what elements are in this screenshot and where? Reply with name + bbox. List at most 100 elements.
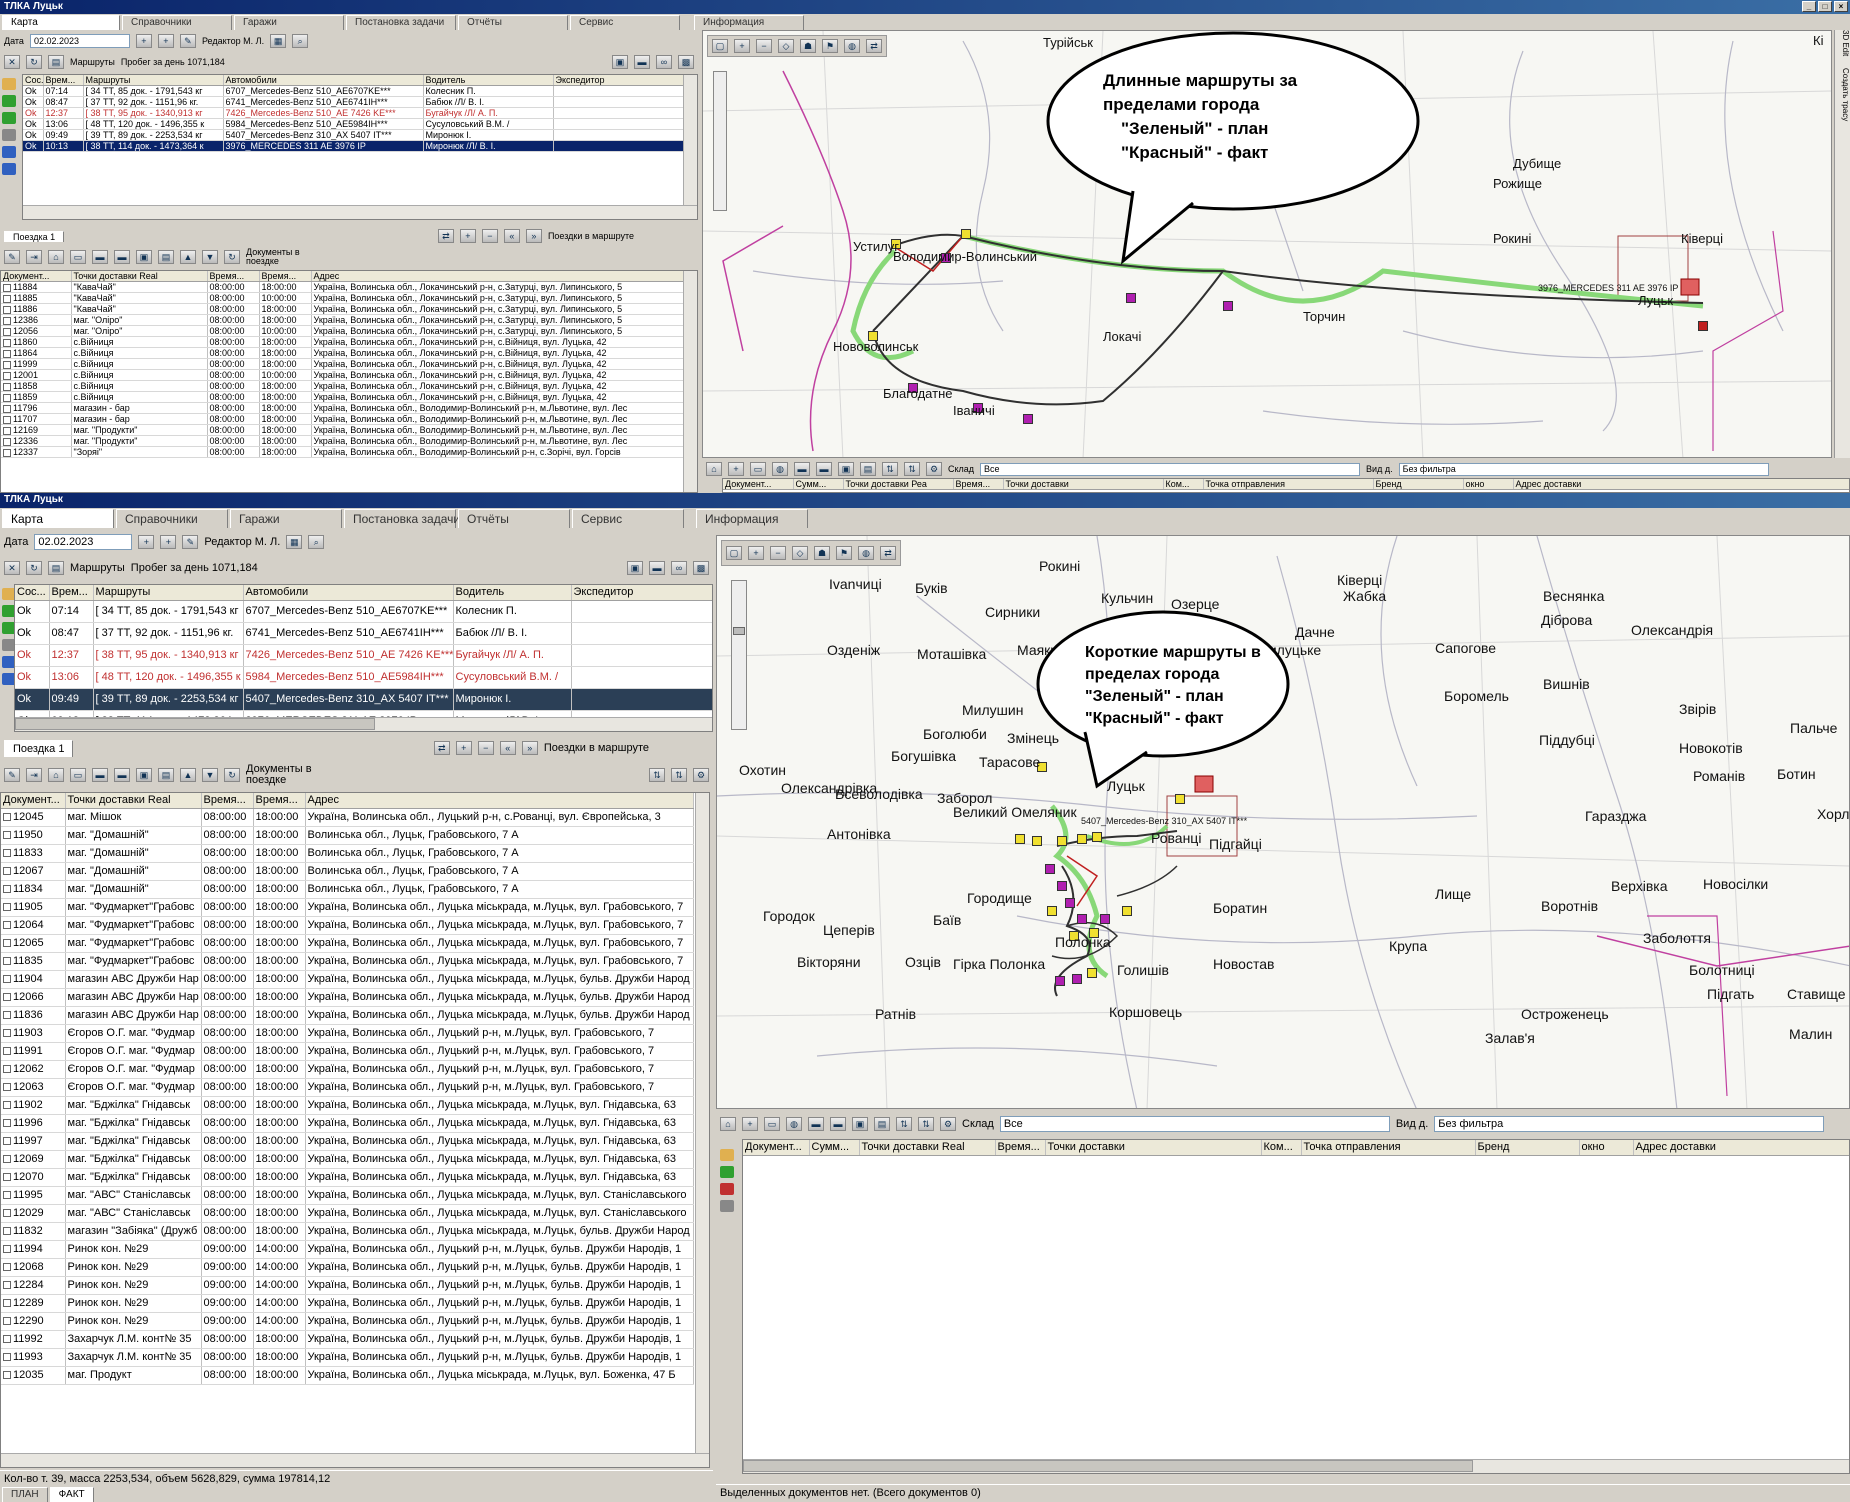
map-point[interactable] [1223, 301, 1233, 311]
column-header[interactable]: Экспедитор [553, 75, 684, 86]
zoom-in-icon[interactable]: + [734, 39, 750, 53]
tab-map[interactable]: Карта [2, 15, 120, 30]
person-icon[interactable]: ☗ [800, 39, 816, 53]
map-point[interactable] [1100, 914, 1110, 924]
grid-icon[interactable]: ▦ [270, 34, 287, 48]
column-header[interactable]: Точки доставки Real [71, 271, 208, 282]
gift-icon[interactable]: ▩ [693, 561, 709, 575]
column-header[interactable]: Время... [995, 1140, 1046, 1156]
column-header[interactable]: Ком... [1163, 479, 1204, 490]
export-icon[interactable]: ▤ [158, 768, 174, 782]
settings-icon[interactable]: ⚙ [926, 462, 942, 476]
map-point[interactable] [1065, 898, 1075, 908]
view-select[interactable]: Без фильтра [1398, 462, 1769, 476]
row-checkbox[interactable] [3, 885, 11, 894]
column-header[interactable]: Сос... [15, 585, 50, 601]
route-icon[interactable]: ⇄ [437, 229, 454, 243]
delivery-point-row[interactable]: 11997 маг. "Бджілка" Гнідавськ 08:00:00 18:… [1, 1132, 694, 1151]
row-checkbox[interactable] [3, 1065, 11, 1074]
tab-references[interactable]: Справочники [122, 15, 232, 30]
delivery-point-row[interactable]: 11835 маг. "Фудмаркет"Грабовс 08:00:00 18:0… [1, 952, 694, 971]
zoom-out-icon[interactable]: − [770, 546, 786, 560]
truck-icon[interactable]: ▬ [794, 462, 810, 476]
row-checkbox[interactable] [3, 393, 11, 402]
delivery-point-row[interactable]: 11884 "КаваЧай" 08:00:00 18:00:00 Україна, В… [1, 281, 686, 293]
add-doc-icon[interactable]: + [742, 1117, 758, 1131]
delivery-point-row[interactable]: 12029 маг. "АВС" Станіславськ 08:00:00 18:0… [1, 1204, 694, 1223]
delivery-point-row[interactable]: 12069 маг. "Бджілка" Гнідавськ 08:00:00 18:… [1, 1150, 694, 1169]
prev-icon[interactable]: « [499, 741, 516, 755]
person-icon[interactable]: ☗ [814, 546, 830, 560]
truck-icon[interactable]: ▬ [816, 462, 832, 476]
row-checkbox[interactable] [3, 1263, 11, 1272]
pencil-icon[interactable] [720, 1149, 734, 1161]
column-header[interactable]: Время... [201, 793, 254, 809]
row-checkbox[interactable] [3, 382, 11, 391]
add-trip-icon[interactable]: + [160, 535, 177, 549]
row-checkbox[interactable] [3, 1119, 11, 1128]
route-row[interactable]: Ok 13:06[ 48 ТТ, 120 док. - 1496,355 к 598… [23, 118, 684, 130]
editor-icon[interactable]: ✎ [182, 535, 199, 549]
side-tab[interactable]: Создать трасу [1841, 68, 1850, 121]
remove-route-point-icon[interactable]: − [477, 741, 494, 755]
delete-icon[interactable]: ✕ [4, 561, 20, 575]
row-checkbox[interactable] [3, 283, 11, 292]
delivery-point-row[interactable]: 11886 "КаваЧай" 08:00:00 18:00:00 Україна, В… [1, 303, 686, 315]
delivery-point-row[interactable]: 11904 магазин АВС Дружби Нар 08:00:00 18:00… [1, 970, 694, 989]
print-icon[interactable]: ▤ [48, 55, 64, 69]
trips-in-route-label[interactable]: Поездки в маршруте [544, 742, 649, 754]
add-doc-icon[interactable]: + [728, 462, 744, 476]
route-row[interactable]: Ok 08:47[ 37 ТТ, 92 док. - 1151,96 кг. 674… [15, 622, 712, 645]
cube-icon[interactable] [2, 95, 16, 107]
column-header[interactable]: Экспедитор [571, 585, 712, 601]
search-icon[interactable] [720, 1200, 734, 1212]
column-header[interactable]: Адрес доставки [1513, 479, 1849, 490]
gift-icon[interactable]: ▩ [678, 55, 694, 69]
save-icon[interactable]: ▣ [852, 1117, 868, 1131]
row-checkbox[interactable] [3, 1011, 11, 1020]
row-checkbox[interactable] [3, 903, 11, 912]
map-point[interactable] [1077, 914, 1087, 924]
map-point[interactable] [1126, 293, 1136, 303]
column-header[interactable]: Ком... [1261, 1140, 1302, 1156]
date-input[interactable]: 02.02.2023 [34, 534, 133, 550]
tab-info[interactable]: Информация [696, 509, 808, 528]
delivery-point-row[interactable]: 11992 Захарчук Л.М. конт№ 35 08:00:00 18:00… [1, 1330, 694, 1349]
delivery-point-row[interactable]: 11903 Єгоров О.Г. маг. "Фудмар 08:00:00 18:… [1, 1024, 694, 1043]
column-header[interactable]: Точка отправления [1301, 1140, 1476, 1156]
add-route-point-icon[interactable]: + [459, 229, 476, 243]
route-row[interactable]: Ok 09:49[ 39 ТТ, 89 док. - 2253,534 кг 540… [23, 129, 684, 141]
delivery-point-row[interactable]: 11991 Єгоров О.Г. маг. "Фудмар 08:00:00 18:… [1, 1042, 694, 1061]
column-header[interactable]: Адрес [305, 793, 694, 809]
truck-icon[interactable]: ▬ [830, 1117, 846, 1131]
column-header[interactable]: Документ... [743, 1140, 810, 1156]
eraser-icon[interactable]: ◇ [792, 546, 808, 560]
truck-icon[interactable]: ▬ [634, 55, 650, 69]
route-row[interactable]: Ok 10:13[ 38 ТТ, 114 док. - 1473,364 к 397… [23, 140, 684, 152]
down-icon[interactable]: ▼ [202, 768, 218, 782]
up-icon[interactable]: ▲ [180, 768, 196, 782]
map-icon[interactable]: ◍ [786, 1117, 802, 1131]
route-row[interactable]: Ok 07:14[ 34 ТТ, 85 док. - 1791,543 кг 670… [15, 600, 712, 623]
next-icon[interactable]: » [521, 741, 538, 755]
delivery-point-row[interactable]: 12289 Ринок кон. №29 09:00:00 14:00:00 Украї… [1, 1294, 694, 1313]
export-icon[interactable]: ▤ [874, 1117, 890, 1131]
delivery-point-row[interactable]: 11859 с.Війниця 08:00:00 18:00:00 Україна, В… [1, 391, 686, 403]
map-point[interactable] [1015, 834, 1025, 844]
points-hscroll[interactable] [1, 1453, 709, 1467]
import-icon[interactable]: ⇥ [26, 250, 42, 264]
row-checkbox[interactable] [3, 1227, 11, 1236]
search-icon[interactable] [2, 129, 16, 141]
filter-icon[interactable]: ⇅ [671, 768, 687, 782]
row-checkbox[interactable] [3, 360, 11, 369]
row-checkbox[interactable] [3, 831, 11, 840]
route-row[interactable]: Ok 08:47[ 37 ТТ, 92 док. - 1151,96 кг. 674… [23, 96, 684, 108]
copy-icon[interactable]: ▭ [750, 462, 766, 476]
column-header[interactable]: Сумм... [793, 479, 844, 490]
tab-garages[interactable]: Гаражи [230, 509, 342, 528]
tab-service[interactable]: Сервис [572, 509, 684, 528]
up-icon[interactable] [2, 146, 16, 158]
down-icon[interactable]: ▼ [202, 250, 218, 264]
save-icon[interactable]: ▣ [136, 768, 152, 782]
remove-route-point-icon[interactable]: − [481, 229, 498, 243]
